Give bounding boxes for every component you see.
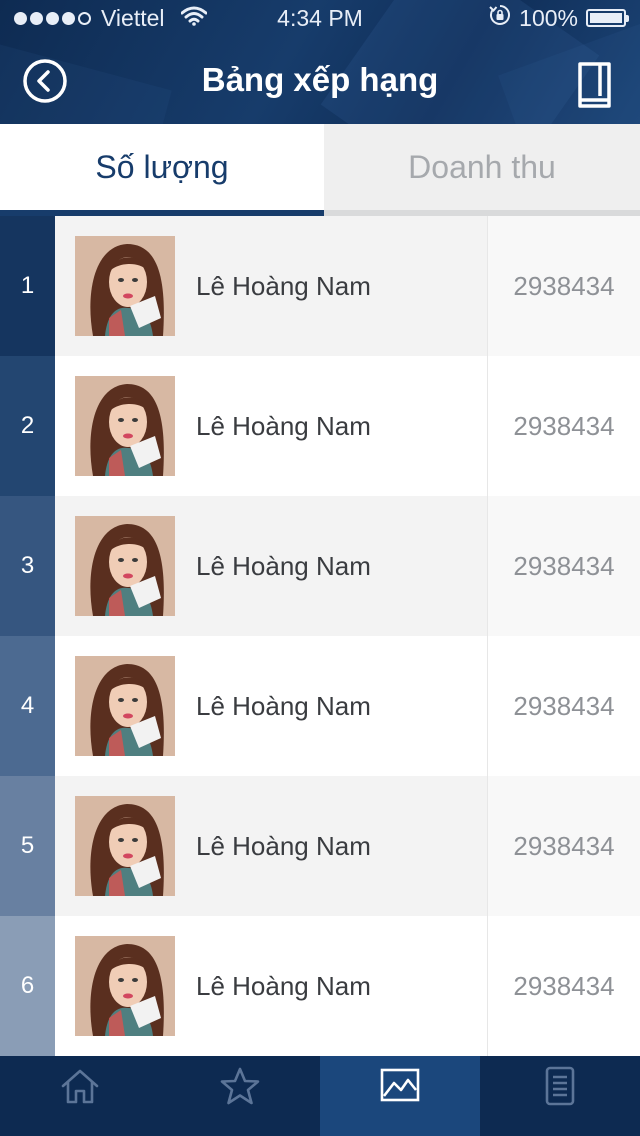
user-score: 2938434 bbox=[487, 496, 640, 636]
avatar-photo bbox=[75, 656, 175, 756]
avatar-photo bbox=[75, 516, 175, 616]
bottom-tab-home[interactable] bbox=[0, 1056, 160, 1136]
avatar-photo bbox=[75, 936, 175, 1036]
user-name: Lê Hoàng Nam bbox=[196, 551, 371, 581]
home-icon bbox=[61, 1069, 99, 1104]
status-bar: Viettel 4:34 PM 100% bbox=[0, 0, 640, 36]
user-name: Lê Hoàng Nam bbox=[196, 691, 371, 721]
ranking-row[interactable]: 3 Lê Hoàng Nam 2938434 bbox=[0, 496, 640, 636]
book-button[interactable] bbox=[576, 62, 616, 108]
row-body: Lê Hoàng Nam bbox=[55, 776, 487, 916]
avatar bbox=[75, 236, 175, 336]
row-body: Lê Hoàng Nam bbox=[55, 636, 487, 776]
document-icon bbox=[545, 1066, 575, 1106]
tab-revenue[interactable]: Doanh thu bbox=[324, 124, 640, 210]
back-button[interactable] bbox=[22, 58, 68, 104]
star-icon bbox=[220, 1067, 260, 1105]
user-score: 2938434 bbox=[487, 636, 640, 776]
tab-quantity[interactable]: Số lượng bbox=[0, 124, 324, 210]
rank-number: 3 bbox=[0, 496, 55, 636]
avatar-photo bbox=[75, 376, 175, 476]
user-name: Lê Hoàng Nam bbox=[196, 831, 371, 861]
user-score: 2938434 bbox=[487, 776, 640, 916]
avatar-photo bbox=[75, 236, 175, 336]
avatar bbox=[75, 796, 175, 896]
ranking-row[interactable]: 5 Lê Hoàng Nam 2938434 bbox=[0, 776, 640, 916]
user-name: Lê Hoàng Nam bbox=[196, 971, 371, 1001]
ranking-row[interactable]: 2 Lê Hoàng Nam 2938434 bbox=[0, 356, 640, 496]
rank-number: 1 bbox=[0, 216, 55, 356]
rank-number: 6 bbox=[0, 916, 55, 1056]
ranking-list: 1 Lê Hoàng Nam 2938434 2 Lê Hoàng Nam 29… bbox=[0, 216, 640, 1056]
tab-bar: Số lượng Doanh thu bbox=[0, 124, 640, 216]
rotation-lock-icon bbox=[489, 0, 511, 36]
row-body: Lê Hoàng Nam bbox=[55, 496, 487, 636]
avatar bbox=[75, 936, 175, 1036]
page-title: Bảng xếp hạng bbox=[201, 61, 439, 98]
rank-number: 5 bbox=[0, 776, 55, 916]
navigation-bar: Bảng xếp hạng bbox=[0, 36, 640, 124]
avatar bbox=[75, 516, 175, 616]
back-circle-icon bbox=[23, 59, 67, 103]
user-name: Lê Hoàng Nam bbox=[196, 411, 371, 441]
row-body: Lê Hoàng Nam bbox=[55, 216, 487, 356]
header: Viettel 4:34 PM 100% Bảng xếp hạng bbox=[0, 0, 640, 124]
ranking-row[interactable]: 1 Lê Hoàng Nam 2938434 bbox=[0, 216, 640, 356]
rank-number: 2 bbox=[0, 356, 55, 496]
avatar bbox=[75, 656, 175, 756]
bottom-tab-bar bbox=[0, 1056, 640, 1136]
bottom-tab-favorites[interactable] bbox=[160, 1056, 320, 1136]
bottom-tab-ranking[interactable] bbox=[320, 1056, 480, 1136]
user-name: Lê Hoàng Nam bbox=[196, 271, 371, 301]
book-icon bbox=[578, 62, 611, 108]
row-body: Lê Hoàng Nam bbox=[55, 916, 487, 1056]
bottom-tab-documents[interactable] bbox=[480, 1056, 640, 1136]
user-score: 2938434 bbox=[487, 916, 640, 1056]
avatar-photo bbox=[75, 796, 175, 896]
user-score: 2938434 bbox=[487, 356, 640, 496]
battery-percent: 100% bbox=[519, 5, 578, 31]
ranking-row[interactable]: 4 Lê Hoàng Nam 2938434 bbox=[0, 636, 640, 776]
row-body: Lê Hoàng Nam bbox=[55, 356, 487, 496]
user-score: 2938434 bbox=[487, 216, 640, 356]
chart-icon bbox=[380, 1068, 420, 1102]
battery-icon bbox=[586, 9, 629, 27]
rank-number: 4 bbox=[0, 636, 55, 776]
avatar bbox=[75, 376, 175, 476]
ranking-row[interactable]: 6 Lê Hoàng Nam 2938434 bbox=[0, 916, 640, 1056]
